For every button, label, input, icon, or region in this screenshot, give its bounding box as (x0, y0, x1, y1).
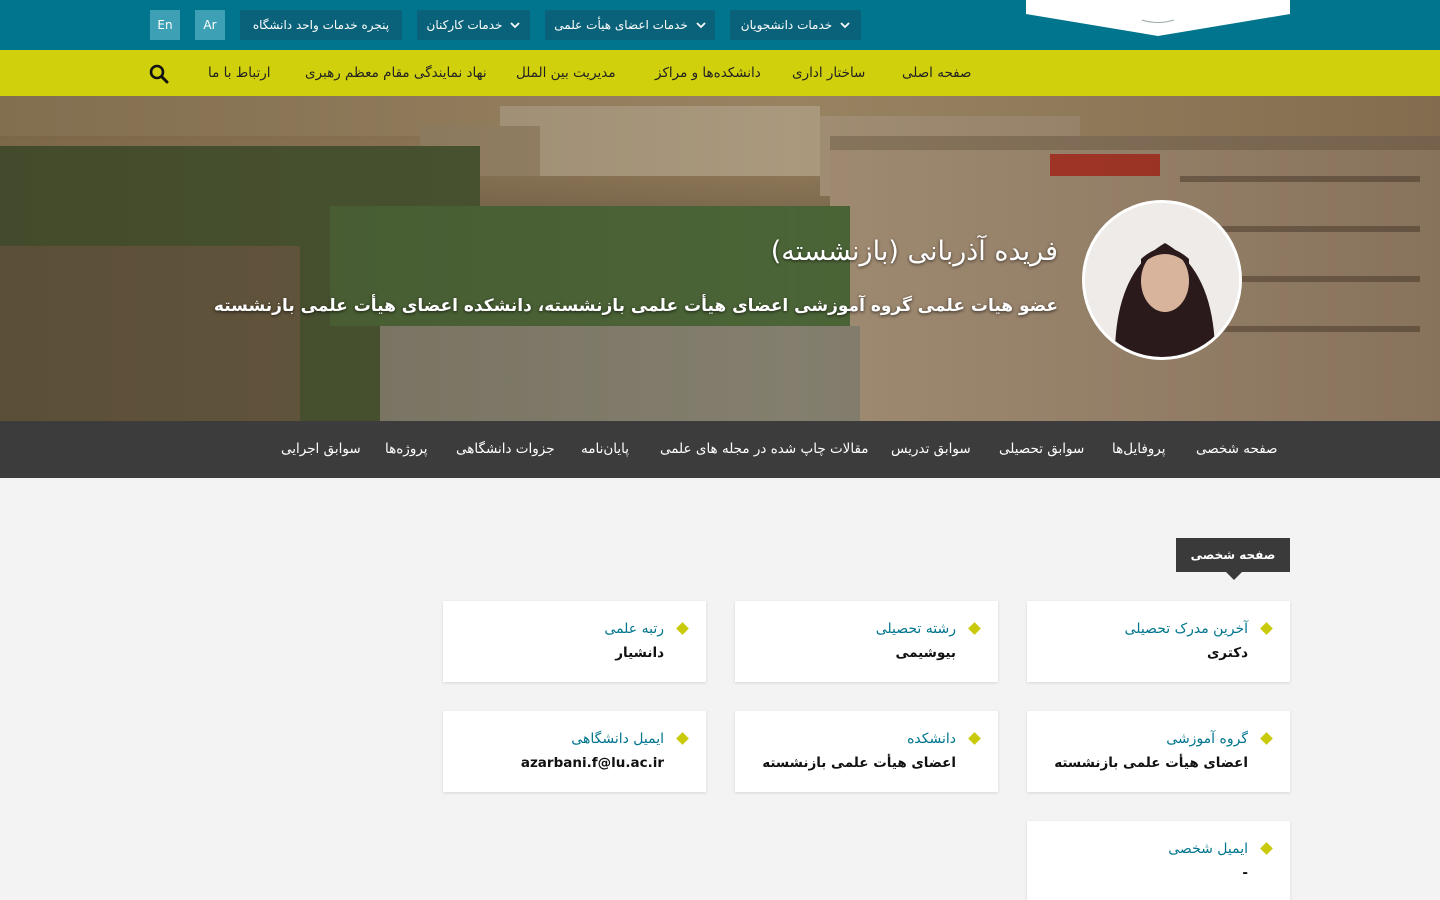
faculty-services-label: خدمات اعضای هیأت علمی (554, 18, 688, 32)
diamond-icon (968, 622, 981, 635)
diamond-icon (676, 732, 689, 745)
diamond-icon (1260, 732, 1273, 745)
nav-leader-representation[interactable]: نهاد نمایندگی مقام معظم رهبری (305, 50, 487, 96)
tab-profiles[interactable]: پروفایل‌ها (1112, 421, 1166, 478)
main-nav: صفحه اصلی ساختار اداری دانشکده‌ها و مراک… (0, 50, 1440, 96)
tab-education[interactable]: سوابق تحصیلی (999, 421, 1084, 478)
card-label: رتبه علمی (604, 621, 664, 637)
diamond-icon (676, 622, 689, 635)
card-value: دانشیار (615, 645, 664, 661)
card-value: اعضای هیأت علمی بازنشسته (1054, 755, 1248, 771)
card-label: ایمیل شخصی (1168, 841, 1248, 857)
staff-services-menu[interactable]: خدمات کارکنان (417, 10, 530, 40)
card-value: اعضای هیأت علمی بازنشسته (762, 755, 956, 771)
card-label: آخرین مدرک تحصیلی (1124, 621, 1248, 637)
diamond-icon (1260, 842, 1273, 855)
chevron-down-icon (510, 22, 521, 29)
lang-en-button[interactable]: En (150, 10, 180, 40)
university-email-link[interactable]: azarbani.f@lu.ac.ir (521, 755, 664, 771)
profile-photo (1082, 200, 1242, 360)
services-window-button[interactable]: پنجره خدمات واحد دانشگاه (240, 10, 402, 40)
card-label: گروه آموزشی (1166, 731, 1248, 747)
info-card-field: رشته تحصیلی بیوشیمی (735, 601, 998, 682)
info-card-department: گروه آموزشی اعضای هیأت علمی بازنشسته (1027, 711, 1290, 792)
info-card-faculty: دانشکده اعضای هیأت علمی بازنشسته (735, 711, 998, 792)
chevron-down-icon (840, 22, 850, 29)
nav-faculties-centers[interactable]: دانشکده‌ها و مراکز (655, 50, 761, 96)
card-label: ایمیل دانشگاهی (571, 731, 664, 747)
card-value: دکتری (1206, 645, 1248, 661)
services-window-label: پنجره خدمات واحد دانشگاه (252, 18, 390, 32)
info-card-personal-email: ایمیل شخصی - (1027, 821, 1290, 900)
nav-home[interactable]: صفحه اصلی (902, 50, 971, 96)
tab-journal-articles[interactable]: مقالات چاپ شده در مجله های علمی (660, 421, 869, 478)
tab-theses[interactable]: پایان‌نامه (581, 421, 629, 478)
top-bar: خدمات دانشجویان خدمات اعضای هیأت علمی خد… (0, 0, 1440, 50)
staff-services-label: خدمات کارکنان (426, 18, 503, 32)
tab-lecture-notes[interactable]: جزوات دانشگاهی (456, 421, 555, 478)
search-icon[interactable] (149, 64, 169, 84)
card-value: - (1242, 865, 1248, 881)
nav-international[interactable]: مدیریت بین الملل (516, 50, 616, 96)
tab-executive-records[interactable]: سوابق اجرایی (281, 421, 361, 478)
students-services-label: خدمات دانشجویان (740, 18, 833, 32)
card-label: دانشکده (907, 731, 956, 747)
students-services-menu[interactable]: خدمات دانشجویان (730, 10, 861, 40)
profile-subtitle: عضو هیات علمی گروه آموزشی اعضای هیأت علم… (213, 296, 1058, 316)
tab-teaching[interactable]: سوابق تدریس (891, 421, 971, 478)
card-value: بیوشیمی (895, 645, 956, 661)
diamond-icon (968, 732, 981, 745)
section-label: صفحه شخصی (1176, 538, 1290, 580)
nav-administrative-structure[interactable]: ساختار اداری (792, 50, 865, 96)
university-logo[interactable] (1026, 0, 1290, 36)
lang-ar-button[interactable]: Ar (195, 10, 225, 40)
diamond-icon (1260, 622, 1273, 635)
tab-personal-page[interactable]: صفحه شخصی (1196, 421, 1278, 478)
hero-banner: فریده آذربانی (بازنشسته) عضو هیات علمی گ… (0, 96, 1440, 421)
info-card-last-degree: آخرین مدرک تحصیلی دکتری (1027, 601, 1290, 682)
profile-tabs: صفحه شخصی پروفایل‌ها سوابق تحصیلی سوابق … (0, 421, 1440, 478)
profile-name: فریده آذربانی (بازنشسته) (770, 236, 1058, 267)
info-card-university-email: ایمیل دانشگاهی azarbani.f@lu.ac.ir (443, 711, 706, 792)
nav-contact-us[interactable]: ارتباط با ما (208, 50, 271, 96)
info-card-rank: رتبه علمی دانشیار (443, 601, 706, 682)
tab-projects[interactable]: پروژه‌ها (385, 421, 428, 478)
card-label: رشته تحصیلی (875, 621, 956, 637)
chevron-down-icon (696, 22, 706, 29)
faculty-services-menu[interactable]: خدمات اعضای هیأت علمی (545, 10, 715, 40)
